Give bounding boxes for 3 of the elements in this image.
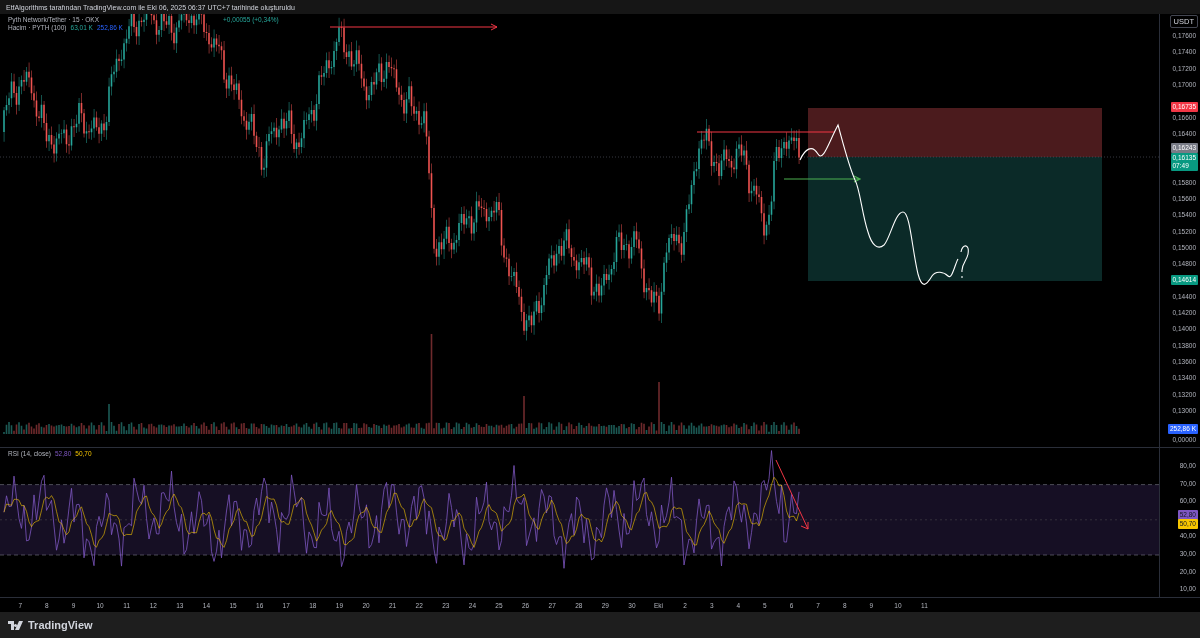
arrow-drawing bbox=[775, 459, 809, 530]
brand-name: TradingView bbox=[28, 619, 93, 631]
logo-icon bbox=[8, 620, 24, 630]
